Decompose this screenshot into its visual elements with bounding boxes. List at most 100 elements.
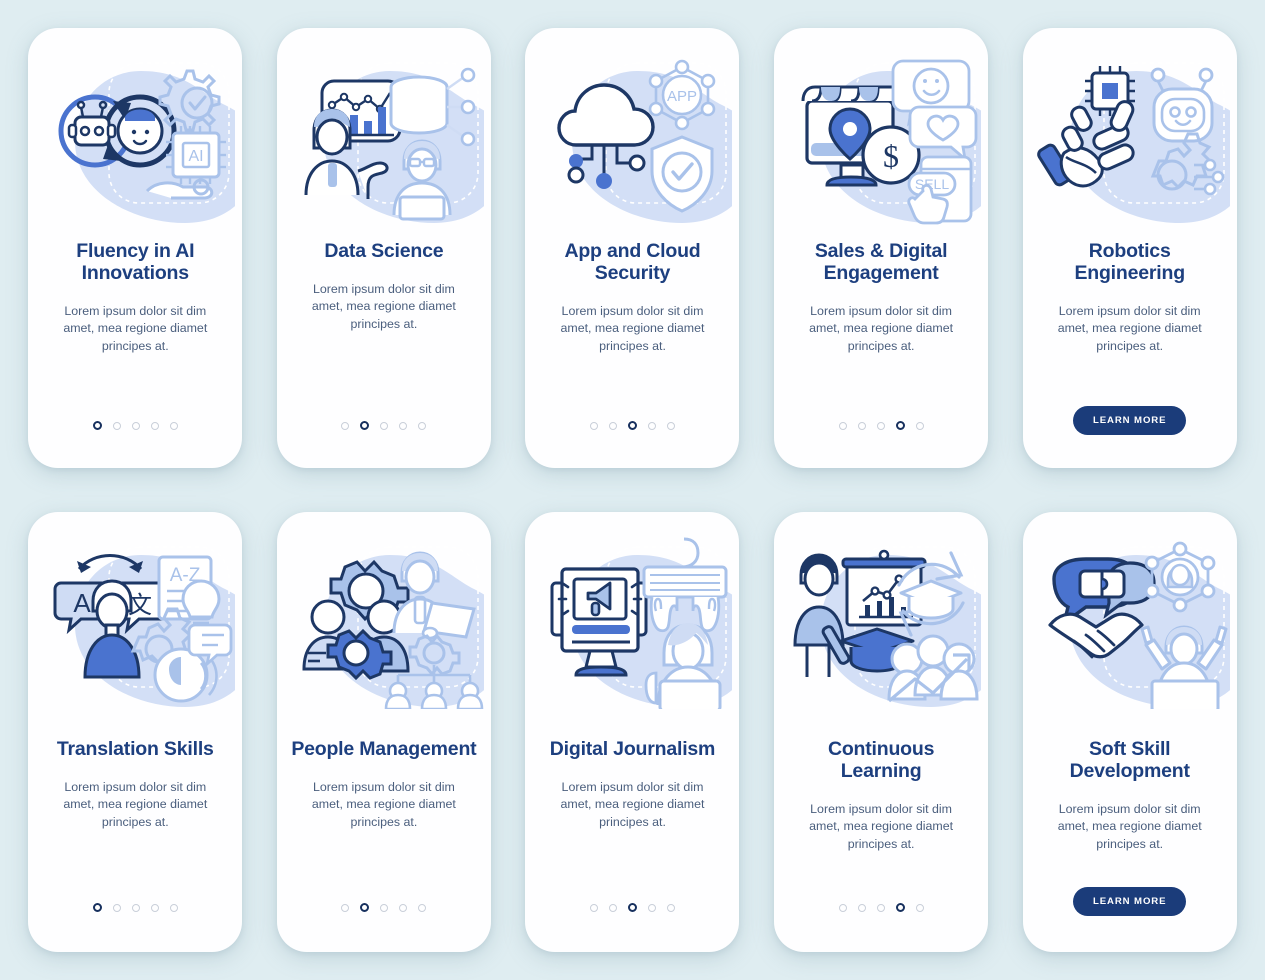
pagination-dots [92,421,178,430]
card-slot: Continuous Learning Lorem ipsum dolor sit… [764,490,999,974]
pagination-dot[interactable] [169,421,178,430]
card-title: Digital Journalism [549,738,716,760]
svg-text:AI: AI [189,148,204,165]
card-slot: $ SELL Sales & Digital Engagement Lorem i… [764,6,999,490]
pagination-dots [838,421,924,430]
pagination-dot-active[interactable] [627,903,637,912]
storefront-dollar-sell-chat-icon: $ SELL [774,32,988,237]
pagination-dot[interactable] [150,903,159,912]
pagination-dot[interactable] [589,421,598,430]
card-title: Data Science [324,240,444,262]
svg-text:$: $ [883,138,899,174]
pagination-dots [341,421,427,430]
card-body-text: Lorem ipsum dolor sit dim amet, mea regi… [1057,303,1202,353]
svg-text:APP: APP [667,88,697,105]
pagination-dot[interactable] [838,903,847,912]
monitor-megaphone-keyboard-writer-icon [525,516,739,721]
pagination-dot[interactable] [666,421,675,430]
pagination-dot[interactable] [399,421,408,430]
onboarding-card-sales-and-digital-engagement[interactable]: $ SELL Sales & Digital Engagement Lorem i… [774,28,989,468]
onboarding-card-data-science[interactable]: Data Science Lorem ipsum dolor sit dim am… [276,28,491,468]
pagination-dot[interactable] [131,903,140,912]
pagination-dot[interactable] [150,421,159,430]
pagination-dots [92,903,178,912]
robot-human-exchange-ai-chip-icon: AI [28,32,242,237]
pagination-dot-active[interactable] [360,903,370,912]
pagination-dots [341,903,427,912]
onboarding-card-robotics-engineering[interactable]: Robotics Engineering Lorem ipsum dolor si… [1022,28,1237,468]
card-body-text: Lorem ipsum dolor sit dim amet, mea regi… [560,303,705,353]
pagination-dot-active[interactable] [895,421,905,430]
pagination-dot[interactable] [857,421,866,430]
card-slot: People Management Lorem ipsum dolor sit d… [267,490,502,974]
handshake-network-team-icon [1023,516,1237,721]
pagination-dot-active[interactable] [627,421,637,430]
onboarding-card-fluency-in-ai-innovations[interactable]: AI Fluency in AI Innovations Lorem ipsum … [28,28,243,468]
svg-text:A: A [74,588,92,618]
card-title: Sales & Digital Engagement [814,240,948,284]
card-title: Continuous Learning [827,738,935,782]
pagination-dots [589,421,675,430]
pagination-dot[interactable] [169,903,178,912]
pagination-dot[interactable] [915,903,924,912]
pagination-dots [589,903,675,912]
pagination-dot[interactable] [380,421,389,430]
pagination-dot[interactable] [876,421,885,430]
card-title: Robotics Engineering [1074,240,1185,284]
card-slot: APP App and Cloud Security Lorem ipsum do… [515,6,750,490]
pagination-dot-active[interactable] [895,903,905,912]
onboarding-card-app-and-cloud-security[interactable]: APP App and Cloud Security Lorem ipsum do… [525,28,740,468]
language-bubbles-person-az-icon: A 文 A-Z [28,516,242,721]
card-slot: Digital Journalism Lorem ipsum dolor sit … [515,490,750,974]
pagination-dot[interactable] [589,903,598,912]
card-title: Translation Skills [56,738,214,760]
card-slot: AI Fluency in AI Innovations Lorem ipsum … [18,6,253,490]
pagination-dot[interactable] [418,421,427,430]
card-title: Fluency in AI Innovations [76,240,195,284]
card-title: People Management [291,738,477,760]
card-slot: A 文 A-Z Translation Skills Lorem ipsum do… [18,490,253,974]
pagination-dot[interactable] [112,421,121,430]
analyst-chart-database-icon [277,32,491,237]
pagination-dot[interactable] [131,421,140,430]
pagination-dot[interactable] [380,903,389,912]
pagination-dot[interactable] [399,903,408,912]
onboarding-card-soft-skill-development[interactable]: Soft Skill Development Lorem ipsum dolor … [1022,512,1237,952]
card-slot: Robotics Engineering Lorem ipsum dolor si… [1012,6,1247,490]
onboarding-card-continuous-learning[interactable]: Continuous Learning Lorem ipsum dolor sit… [774,512,989,952]
pagination-dots [838,903,924,912]
card-body-text: Lorem ipsum dolor sit dim amet, mea regi… [311,281,456,332]
pagination-dot[interactable] [915,421,924,430]
card-slot: Soft Skill Development Lorem ipsum dolor … [1012,490,1247,974]
pagination-dot[interactable] [647,421,656,430]
learn-more-button[interactable]: LEARN MORE [1072,406,1187,435]
onboarding-screens-board: AI Fluency in AI Innovations Lorem ipsum … [0,0,1265,980]
pagination-dot[interactable] [857,903,866,912]
pagination-dot[interactable] [341,903,350,912]
card-slot: Data Science Lorem ipsum dolor sit dim am… [267,6,502,490]
card-body-text: Lorem ipsum dolor sit dim amet, mea regi… [560,779,705,830]
pagination-dot[interactable] [608,903,617,912]
pagination-dot[interactable] [666,903,675,912]
learn-more-button[interactable]: LEARN MORE [1072,887,1187,916]
pagination-dot[interactable] [647,903,656,912]
pagination-dot-active[interactable] [92,421,102,430]
card-body-text: Lorem ipsum dolor sit dim amet, mea regi… [63,779,208,830]
card-title: Soft Skill Development [1069,738,1190,782]
card-body-text: Lorem ipsum dolor sit dim amet, mea regi… [63,303,208,353]
card-body-text: Lorem ipsum dolor sit dim amet, mea regi… [311,779,456,830]
team-gears-org-chart-icon [277,516,491,721]
pagination-dot[interactable] [341,421,350,430]
pagination-dot-active[interactable] [360,421,370,430]
onboarding-card-translation-skills[interactable]: A 文 A-Z Translation Skills Lorem ipsum do… [28,512,243,952]
card-body-text: Lorem ipsum dolor sit dim amet, mea regi… [809,303,954,353]
pagination-dot[interactable] [112,903,121,912]
pagination-dot[interactable] [838,421,847,430]
pagination-dot[interactable] [608,421,617,430]
card-body-text: Lorem ipsum dolor sit dim amet, mea regi… [1057,801,1202,851]
pagination-dot-active[interactable] [92,903,102,912]
onboarding-card-digital-journalism[interactable]: Digital Journalism Lorem ipsum dolor sit … [525,512,740,952]
onboarding-card-people-management[interactable]: People Management Lorem ipsum dolor sit d… [276,512,491,952]
pagination-dot[interactable] [876,903,885,912]
pagination-dot[interactable] [418,903,427,912]
